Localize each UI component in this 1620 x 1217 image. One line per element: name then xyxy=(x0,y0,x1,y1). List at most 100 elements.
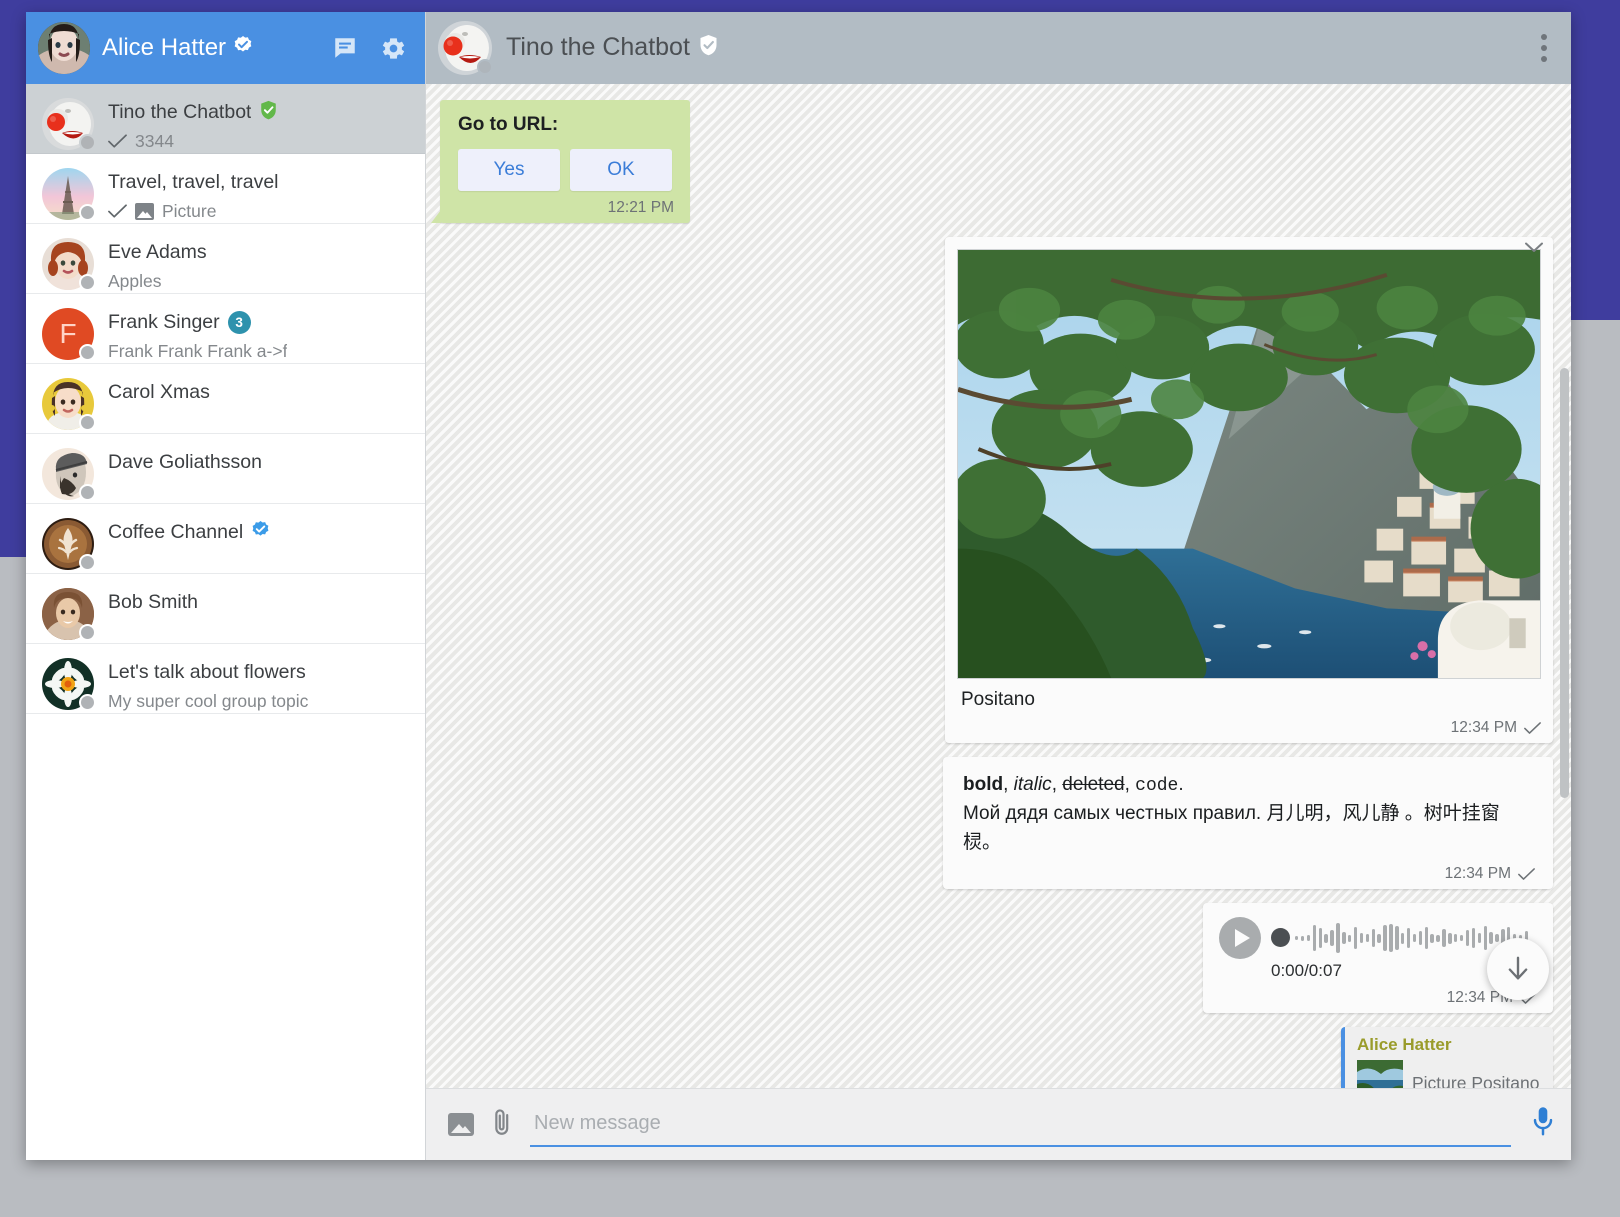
chat-item-body: Let's talk about flowers My super cool g… xyxy=(108,658,409,713)
sent-tick-icon xyxy=(108,204,127,218)
avatar[interactable] xyxy=(38,22,90,74)
chat-list-item-dave-goliathsson[interactable]: Dave Goliathsson xyxy=(26,434,425,504)
chat-list-item-flowers-group[interactable]: Let's talk about flowers My super cool g… xyxy=(26,644,425,714)
chat-subtitle: Picture xyxy=(162,200,217,221)
chat-list-item-tino[interactable]: Tino the Chatbot 3344 xyxy=(26,84,425,154)
chat-item-body: Eve Adams Apples xyxy=(108,238,409,293)
separator: . xyxy=(1178,774,1184,795)
chat-title-row: Let's talk about flowers xyxy=(108,659,409,685)
keyboard-buttons: Yes OK xyxy=(458,149,674,191)
chat-title-row: Tino the Chatbot xyxy=(108,99,409,125)
keyboard-button-yes[interactable]: Yes xyxy=(458,149,560,191)
chat-subtitle-row xyxy=(108,479,409,503)
scrollbar-thumb[interactable] xyxy=(1560,368,1569,798)
chat-item-body: Tino the Chatbot 3344 xyxy=(108,98,409,153)
avatar-letter: F xyxy=(59,318,77,349)
chat-list-item-travel[interactable]: Travel, travel, travel Picture xyxy=(26,154,425,224)
message-timestamp: 12:34 PM xyxy=(957,719,1541,737)
online-status-dot xyxy=(79,554,96,571)
message-list[interactable]: Go to URL: Yes OK 12:21 PM Positano 12:3… xyxy=(426,84,1571,1088)
chat-list-item-eve-adams[interactable]: Eve Adams Apples xyxy=(26,224,425,294)
chat-title-row: Dave Goliathsson xyxy=(108,449,409,475)
chat-pane: Tino the Chatbot Go to URL: Yes OK 12:21… xyxy=(426,12,1571,1160)
chat-item-body: Travel, travel, travel Picture xyxy=(108,168,409,223)
chat-subtitle-row: My super cool group topic xyxy=(108,689,409,713)
sidebar-header: Alice Hatter xyxy=(26,12,425,84)
chat-title: Let's talk about flowers xyxy=(108,660,306,683)
text-message-bubble: bold, italic, deleted, code. Мой дядя са… xyxy=(943,757,1553,889)
chat-item-body: Carol Xmas xyxy=(108,378,409,433)
photo-caption: Positano xyxy=(961,689,1035,710)
read-tick-icon xyxy=(1518,868,1535,880)
message-row-outgoing-reply: Alice Hatter Picture Positano This is a … xyxy=(440,1027,1553,1088)
scroll-to-bottom-button[interactable] xyxy=(1487,938,1549,1000)
message-timestamp: 12:21 PM xyxy=(458,199,674,217)
message-input[interactable] xyxy=(530,1112,1511,1135)
chat-subtitle-row: Picture xyxy=(108,199,409,223)
microphone-icon[interactable] xyxy=(1527,1106,1555,1143)
formatted-text-line-2: Мой дядя самых честных правил. 月儿明，风儿静 。… xyxy=(963,803,1500,853)
avatar-wrap xyxy=(42,238,96,291)
keyboard-button-ok[interactable]: OK xyxy=(570,149,672,191)
message-row-outgoing-text: bold, italic, deleted, code. Мой дядя са… xyxy=(440,757,1553,889)
chat-subtitle-row: Apples xyxy=(108,269,409,293)
chat-title: Tino the Chatbot xyxy=(108,100,252,123)
chat-title-row: Coffee Channel xyxy=(108,519,409,545)
chat-subtitle: Frank Frank Frank a->f xyxy=(108,340,288,361)
quoted-text: Picture Positano xyxy=(1412,1072,1540,1089)
verified-badge-icon xyxy=(233,34,253,62)
chat-title: Coffee Channel xyxy=(108,520,244,543)
chat-list-item-bob-smith[interactable]: Bob Smith xyxy=(26,574,425,644)
new-chat-icon[interactable] xyxy=(332,35,358,61)
read-tick-icon xyxy=(1524,722,1541,734)
avatar-wrap: F xyxy=(42,308,96,361)
more-vertical-icon[interactable] xyxy=(1535,26,1553,70)
quoted-author: Alice Hatter xyxy=(1357,1035,1452,1054)
chat-list-item-frank-singer[interactable]: F Frank Singer 3 Frank Frank Frank a->f xyxy=(26,294,425,364)
chat-subtitle-row xyxy=(108,619,409,643)
chat-list-item-carol-xmas[interactable]: Carol Xmas xyxy=(26,364,425,434)
message-timestamp: 12:34 PM xyxy=(963,865,1535,883)
settings-gear-icon[interactable] xyxy=(380,35,407,62)
chat-subtitle: 3344 xyxy=(135,130,174,151)
avatar-wrap xyxy=(42,588,96,641)
photo-attachment[interactable] xyxy=(957,249,1541,679)
chat-title-row: Travel, travel, travel xyxy=(108,169,409,195)
image-attachment-icon xyxy=(135,202,154,220)
message-composer xyxy=(426,1088,1571,1160)
play-icon[interactable] xyxy=(1219,917,1261,959)
avatar-wrap xyxy=(42,98,96,151)
chat-title: Dave Goliathsson xyxy=(108,450,262,473)
photo-message-bubble[interactable]: Positano 12:34 PM xyxy=(945,237,1553,743)
chat-title-row: Eve Adams xyxy=(108,239,409,265)
message-row-outgoing-photo: Positano 12:34 PM xyxy=(440,237,1553,743)
avatar-wrap xyxy=(42,448,96,501)
chat-item-body: Dave Goliathsson xyxy=(108,448,409,503)
chat-list-item-coffee-channel[interactable]: Coffee Channel xyxy=(26,504,425,574)
chat-item-body: Frank Singer 3 Frank Frank Frank a->f xyxy=(108,308,409,363)
chat-item-body: Bob Smith xyxy=(108,588,409,643)
image-icon[interactable] xyxy=(448,1113,474,1136)
arrow-down-icon xyxy=(1508,956,1528,980)
online-status-dot xyxy=(477,59,493,75)
avatar-wrap xyxy=(42,168,96,221)
online-status-dot xyxy=(79,694,96,711)
online-status-dot xyxy=(79,134,96,151)
dot xyxy=(1541,34,1547,40)
paperclip-icon[interactable] xyxy=(490,1107,514,1142)
sidebar: Alice Hatter Tino the Chatbot 3344 Trave… xyxy=(26,12,426,1160)
chevron-down-icon[interactable] xyxy=(1525,241,1543,257)
chat-title: Eve Adams xyxy=(108,240,207,263)
quoted-message[interactable]: Alice Hatter Picture Positano xyxy=(1341,1027,1553,1088)
chat-title: Frank Singer xyxy=(108,310,220,333)
playback-position-handle[interactable] xyxy=(1271,928,1290,947)
chat-title-row: Frank Singer 3 xyxy=(108,309,409,335)
chat-list[interactable]: Tino the Chatbot 3344 Travel, travel, tr… xyxy=(26,84,425,1160)
message-scrollbar[interactable] xyxy=(1560,88,1569,1084)
message-input-wrap[interactable] xyxy=(530,1103,1511,1147)
chat-item-body: Coffee Channel xyxy=(108,518,409,573)
avatar-wrap xyxy=(42,658,96,711)
peer-avatar-wrap[interactable] xyxy=(438,21,493,75)
verified-badge-icon xyxy=(251,520,270,544)
peer-name: Tino the Chatbot xyxy=(506,33,719,63)
